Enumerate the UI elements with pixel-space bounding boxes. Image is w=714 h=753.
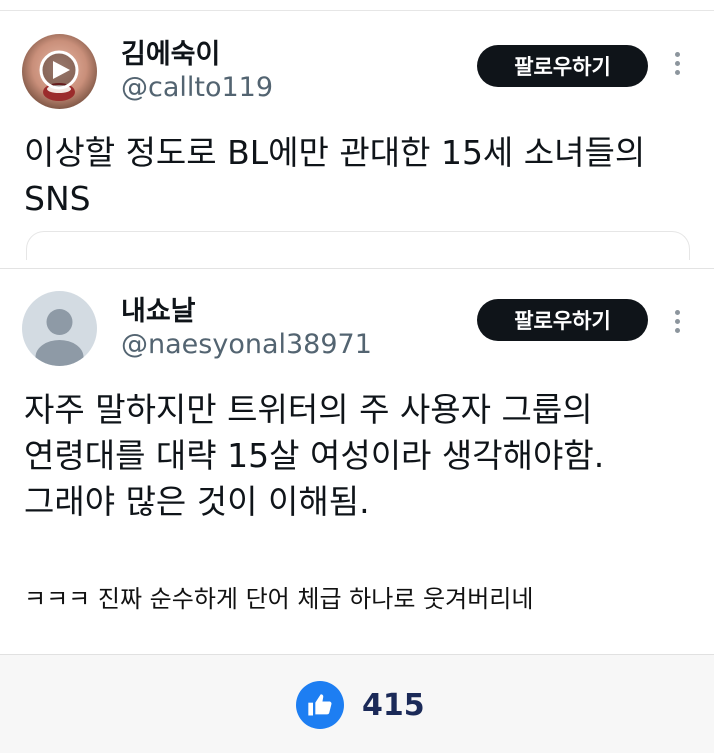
- thumbs-up-icon: [296, 681, 344, 729]
- display-name[interactable]: 내쇼날: [121, 289, 196, 328]
- tweet-embed-2: 내쇼날 @naesyonal38971 팔로우하기 자주 말하지만 트위터의 주…: [0, 268, 714, 654]
- user-avatar[interactable]: [22, 34, 97, 109]
- user-handle[interactable]: @naesyonal38971: [121, 329, 372, 360]
- reaction-bar: 415: [0, 654, 714, 753]
- default-avatar-icon: [22, 291, 97, 366]
- like-count: 415: [362, 687, 425, 723]
- more-options-icon[interactable]: [668, 307, 688, 337]
- link-card-preview[interactable]: [26, 231, 690, 260]
- top-divider: [0, 10, 714, 11]
- more-options-icon[interactable]: [668, 49, 688, 79]
- like-button[interactable]: 415: [296, 681, 425, 729]
- follow-button[interactable]: 팔로우하기: [477, 299, 648, 341]
- avatar-photo: [22, 34, 97, 109]
- user-comment: ㅋㅋㅋ 진짜 순수하게 단어 체급 하나로 웃겨버리네: [24, 585, 534, 613]
- tweet-text: 자주 말하지만 트위터의 주 사용자 그룹의 연령대를 대략 15살 여성이라 …: [24, 390, 605, 521]
- user-avatar[interactable]: [22, 291, 97, 366]
- follow-button[interactable]: 팔로우하기: [477, 45, 648, 87]
- display-name[interactable]: 김에숙이: [121, 32, 220, 71]
- user-handle[interactable]: @callto119: [121, 72, 273, 103]
- tweet-text: 이상할 정도로 BL에만 관대한 15세 소녀들의 SNS: [24, 133, 646, 218]
- tweet-embed-1: 김에숙이 @callto119 팔로우하기 이상할 정도로 BL에만 관대한 1…: [0, 12, 714, 268]
